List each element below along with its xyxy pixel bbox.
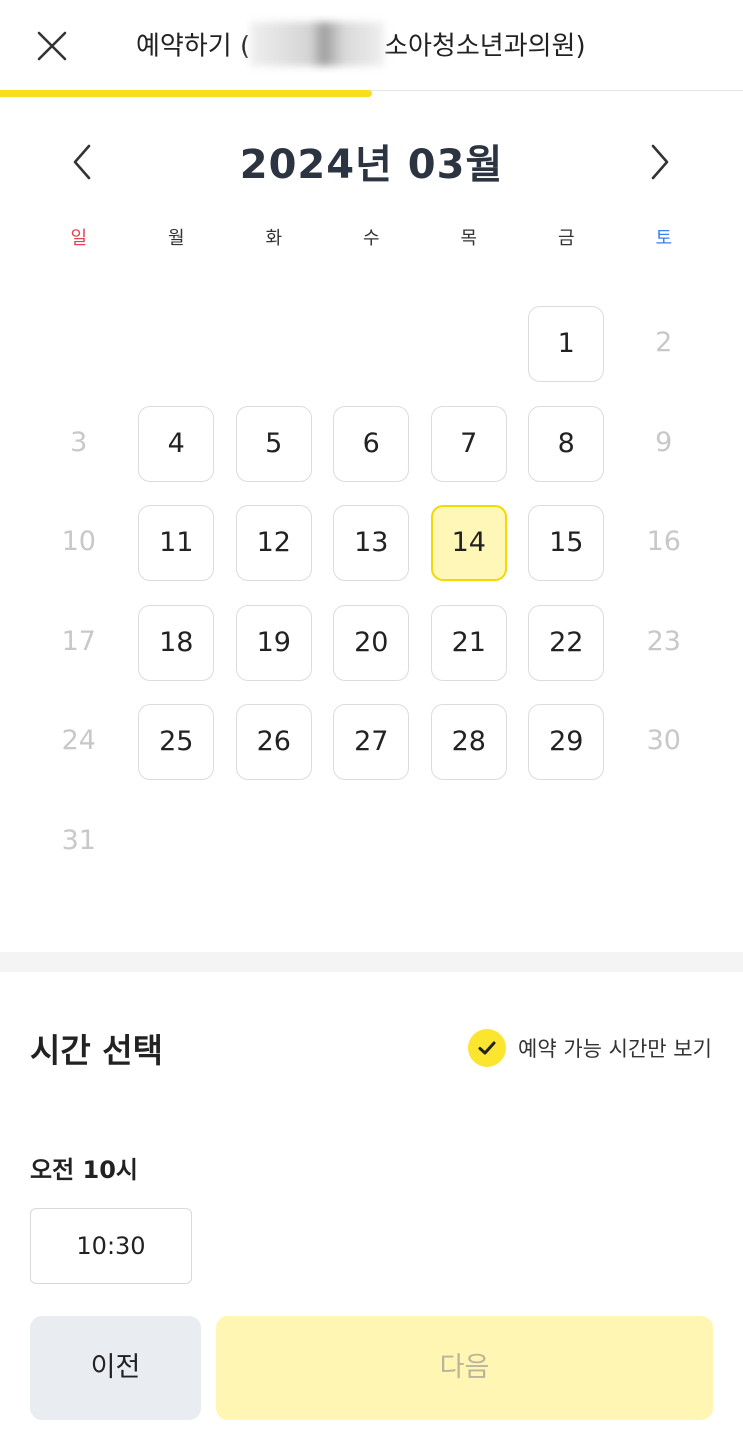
calendar-day: 23 bbox=[646, 625, 681, 657]
calendar-day: 9 bbox=[655, 426, 673, 458]
month-navigation: 2024년 03월 bbox=[0, 128, 743, 192]
next-month-button[interactable] bbox=[640, 140, 680, 184]
calendar-day[interactable]: 7 bbox=[430, 405, 507, 482]
calendar-day[interactable]: 4 bbox=[138, 405, 215, 482]
title-prefix: 예약하기 ( bbox=[136, 31, 251, 62]
calendar-day[interactable]: 29 bbox=[528, 704, 605, 781]
calendar-day[interactable]: 1 bbox=[528, 306, 605, 382]
weekday-header: 일월화수목금토 bbox=[30, 224, 713, 254]
calendar-day[interactable]: 22 bbox=[528, 604, 605, 681]
next-button[interactable]: 다음 bbox=[216, 1316, 713, 1420]
calendar-day[interactable]: 19 bbox=[235, 604, 312, 681]
time-slot[interactable]: 10:30 bbox=[30, 1208, 192, 1284]
toggle-label: 예약 가능 시간만 보기 bbox=[518, 1037, 712, 1061]
hour-group-label: 오전 10시 bbox=[30, 1156, 138, 1184]
calendar-day[interactable]: 20 bbox=[333, 604, 410, 681]
title-suffix: 소아청소년과의원) bbox=[384, 31, 586, 62]
available-only-toggle[interactable]: 예약 가능 시간만 보기 bbox=[468, 1028, 712, 1068]
calendar-day: 2 bbox=[655, 327, 673, 358]
time-section-title: 시간 선택 bbox=[30, 1031, 163, 1070]
chevron-right-icon bbox=[651, 144, 669, 180]
close-button[interactable] bbox=[34, 28, 70, 64]
calendar-day[interactable]: 6 bbox=[333, 405, 410, 482]
check-icon bbox=[478, 1041, 496, 1055]
weekday-label: 토 bbox=[655, 228, 673, 249]
header: 예약하기 ( 소아청소년과의원) bbox=[0, 0, 743, 91]
calendar-grid: 1 2 3 4 5 6 7 8 9 10 11 12 13 14 15 16 17 18 19 20 21 22 23 24 2… bbox=[30, 306, 713, 886]
weekday-label: 목 bbox=[460, 228, 478, 249]
calendar-day[interactable]: 11 bbox=[138, 505, 215, 582]
section-divider bbox=[0, 952, 743, 972]
calendar-day[interactable]: 21 bbox=[430, 604, 507, 681]
calendar-day: 16 bbox=[646, 526, 681, 558]
calendar-day: 17 bbox=[61, 625, 96, 657]
calendar-day[interactable]: 26 bbox=[235, 704, 312, 781]
calendar-day-selected[interactable]: 14 bbox=[430, 505, 507, 582]
weekday-label: 월 bbox=[167, 228, 185, 249]
calendar-day: 31 bbox=[61, 825, 96, 856]
calendar-day[interactable]: 5 bbox=[235, 405, 312, 482]
calendar-day[interactable]: 8 bbox=[528, 405, 605, 482]
checkbox-checked[interactable] bbox=[468, 1029, 506, 1067]
progress-bar bbox=[0, 90, 372, 97]
page-title: 예약하기 ( 소아청소년과의원) bbox=[136, 22, 586, 66]
calendar-day: 30 bbox=[646, 725, 681, 757]
redacted-name bbox=[250, 22, 385, 66]
calendar-day[interactable]: 25 bbox=[138, 704, 215, 781]
calendar-day[interactable]: 18 bbox=[138, 604, 215, 681]
calendar-day[interactable]: 28 bbox=[430, 704, 507, 781]
calendar-day[interactable]: 27 bbox=[333, 704, 410, 781]
calendar-day[interactable]: 12 bbox=[235, 505, 312, 582]
calendar-day[interactable]: 15 bbox=[528, 505, 605, 582]
prev-button[interactable]: 이전 bbox=[30, 1316, 201, 1420]
calendar-day[interactable]: 13 bbox=[333, 505, 410, 582]
weekday-label: 수 bbox=[362, 228, 380, 249]
weekday-label: 일 bbox=[70, 228, 88, 249]
calendar-day: 24 bbox=[61, 725, 96, 757]
calendar-day: 10 bbox=[61, 526, 96, 558]
weekday-label: 금 bbox=[557, 228, 575, 249]
close-icon bbox=[37, 31, 67, 61]
month-title: 2024년 03월 bbox=[239, 142, 504, 188]
weekday-label: 화 bbox=[265, 228, 283, 249]
calendar-day: 3 bbox=[70, 426, 88, 458]
